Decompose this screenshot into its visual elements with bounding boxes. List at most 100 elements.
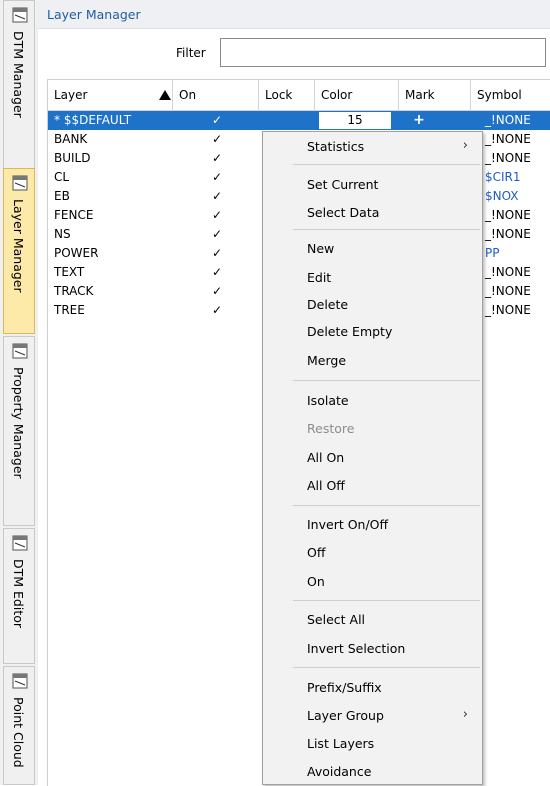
- layer-name: TREE: [54, 303, 85, 317]
- on-checkmark[interactable]: ✓: [210, 187, 224, 206]
- column-header-lock[interactable]: Lock: [259, 80, 315, 110]
- layer-name: FENCE: [54, 208, 94, 222]
- on-checkmark[interactable]: ✓: [210, 263, 224, 282]
- menu-item-label: Restore: [307, 421, 355, 436]
- column-header-on[interactable]: On: [173, 80, 259, 110]
- menu-item-label: Edit: [307, 270, 332, 285]
- layer-manager-panel: Layer Manager Filter Layer On Lock Color…: [38, 0, 550, 786]
- symbol-value[interactable]: _!NONE: [485, 282, 531, 301]
- filter-input[interactable]: [220, 38, 546, 67]
- menu-item-off[interactable]: Off: [263, 540, 482, 566]
- menu-separator: [293, 667, 480, 668]
- menu-item-label: List Layers: [307, 736, 375, 751]
- on-checkmark[interactable]: ✓: [210, 206, 224, 225]
- chevron-right-icon: ›: [462, 707, 468, 722]
- window-icon: [12, 535, 28, 551]
- menu-item-select-all[interactable]: Select All: [263, 607, 482, 633]
- mark-plus-icon[interactable]: +: [412, 111, 426, 130]
- side-tab-strip: DTM Manager Layer Manager Property Manag…: [0, 0, 39, 785]
- menu-separator: [293, 505, 480, 506]
- panel-title-bar: Layer Manager: [38, 0, 550, 29]
- tab-point-cloud[interactable]: Point Cloud: [3, 666, 35, 785]
- on-checkmark[interactable]: ✓: [210, 111, 224, 130]
- column-header-label: Color: [321, 88, 353, 102]
- layer-name: CL: [54, 170, 70, 184]
- menu-item-all-off[interactable]: All Off: [263, 473, 482, 499]
- menu-item-on[interactable]: On: [263, 569, 482, 595]
- tab-dtm-editor[interactable]: DTM Editor: [3, 528, 35, 664]
- menu-item-invert-on-off[interactable]: Invert On/Off: [263, 512, 482, 538]
- window-icon: [12, 343, 28, 359]
- menu-item-isolate[interactable]: Isolate: [263, 388, 482, 414]
- menu-item-label: Invert On/Off: [307, 517, 389, 532]
- menu-separator: [293, 164, 480, 165]
- menu-item-label: Set Current: [307, 177, 379, 192]
- menu-item-new[interactable]: New: [263, 236, 482, 262]
- layer-name: TEXT: [54, 265, 85, 279]
- on-checkmark[interactable]: ✓: [210, 130, 224, 149]
- window-icon: [12, 673, 28, 689]
- column-header-label: Lock: [265, 88, 293, 102]
- menu-item-invert-selection[interactable]: Invert Selection: [263, 636, 482, 662]
- grid-header: Layer On Lock Color Mark Symbol: [48, 80, 550, 111]
- on-checkmark[interactable]: ✓: [210, 149, 224, 168]
- on-checkmark[interactable]: ✓: [210, 282, 224, 301]
- chevron-right-icon: ›: [462, 138, 468, 153]
- menu-item-label: Off: [307, 545, 326, 560]
- tab-property-manager[interactable]: Property Manager: [3, 336, 35, 526]
- menu-item-prefix-suffix[interactable]: Prefix/Suffix: [263, 675, 482, 701]
- menu-item-label: Delete Empty: [307, 324, 393, 339]
- symbol-value[interactable]: PP: [485, 244, 499, 263]
- on-checkmark[interactable]: ✓: [210, 225, 224, 244]
- symbol-value[interactable]: _!NONE: [485, 225, 531, 244]
- symbol-value[interactable]: _!NONE: [485, 206, 531, 225]
- filter-label: Filter: [176, 46, 206, 60]
- window-icon: [12, 175, 28, 191]
- symbol-value[interactable]: _!NONE: [485, 130, 531, 149]
- menu-item-restore: Restore: [263, 416, 482, 442]
- menu-item-merge[interactable]: Merge: [263, 348, 482, 374]
- menu-item-list-layers[interactable]: List Layers: [263, 731, 482, 757]
- column-header-label: On: [179, 88, 197, 102]
- tab-label: DTM Manager: [11, 31, 26, 118]
- menu-item-label: All On: [307, 450, 345, 465]
- menu-item-delete-empty[interactable]: Delete Empty: [263, 319, 482, 345]
- column-header-mark[interactable]: Mark: [399, 80, 471, 110]
- table-row[interactable]: * $$DEFAULT ✓ 15 + _!NONE: [48, 111, 550, 130]
- sort-ascending-icon: [159, 90, 171, 100]
- symbol-value[interactable]: _!NONE: [485, 301, 531, 320]
- menu-separator: [293, 600, 480, 601]
- menu-item-all-on[interactable]: All On: [263, 445, 482, 471]
- menu-item-layer-group[interactable]: Layer Group ›: [263, 703, 482, 729]
- layer-name: EB: [54, 189, 70, 203]
- column-header-color[interactable]: Color: [315, 80, 399, 110]
- column-header-layer[interactable]: Layer: [48, 80, 173, 110]
- on-checkmark[interactable]: ✓: [210, 168, 224, 187]
- menu-item-delete[interactable]: Delete: [263, 292, 482, 318]
- tab-label: Point Cloud: [11, 697, 26, 768]
- layer-name: POWER: [54, 246, 99, 260]
- menu-item-set-current[interactable]: Set Current: [263, 172, 482, 198]
- layer-name: NS: [54, 227, 71, 241]
- column-header-symbol[interactable]: Symbol: [471, 80, 550, 110]
- symbol-value[interactable]: _!NONE: [485, 111, 531, 130]
- menu-item-label: Layer Group: [307, 708, 384, 723]
- on-checkmark[interactable]: ✓: [210, 244, 224, 263]
- menu-item-edit[interactable]: Edit: [263, 265, 482, 291]
- menu-item-select-data[interactable]: Select Data: [263, 200, 482, 226]
- symbol-value[interactable]: _!NONE: [485, 149, 531, 168]
- tab-layer-manager[interactable]: Layer Manager: [3, 168, 35, 334]
- layer-name: TRACK: [54, 284, 94, 298]
- color-value[interactable]: 15: [319, 112, 391, 129]
- menu-item-statistics[interactable]: Statistics ›: [263, 134, 482, 160]
- window-icon: [12, 7, 28, 23]
- symbol-value[interactable]: $NOX: [485, 187, 519, 206]
- symbol-value[interactable]: _!NONE: [485, 263, 531, 282]
- menu-item-label: All Off: [307, 478, 345, 493]
- column-header-label: Symbol: [477, 88, 522, 102]
- menu-item-label: Merge: [307, 353, 347, 368]
- symbol-value[interactable]: $CIR1: [485, 168, 521, 187]
- menu-item-avoidance[interactable]: Avoidance: [263, 759, 482, 785]
- on-checkmark[interactable]: ✓: [210, 301, 224, 320]
- menu-item-label: Select All: [307, 612, 366, 627]
